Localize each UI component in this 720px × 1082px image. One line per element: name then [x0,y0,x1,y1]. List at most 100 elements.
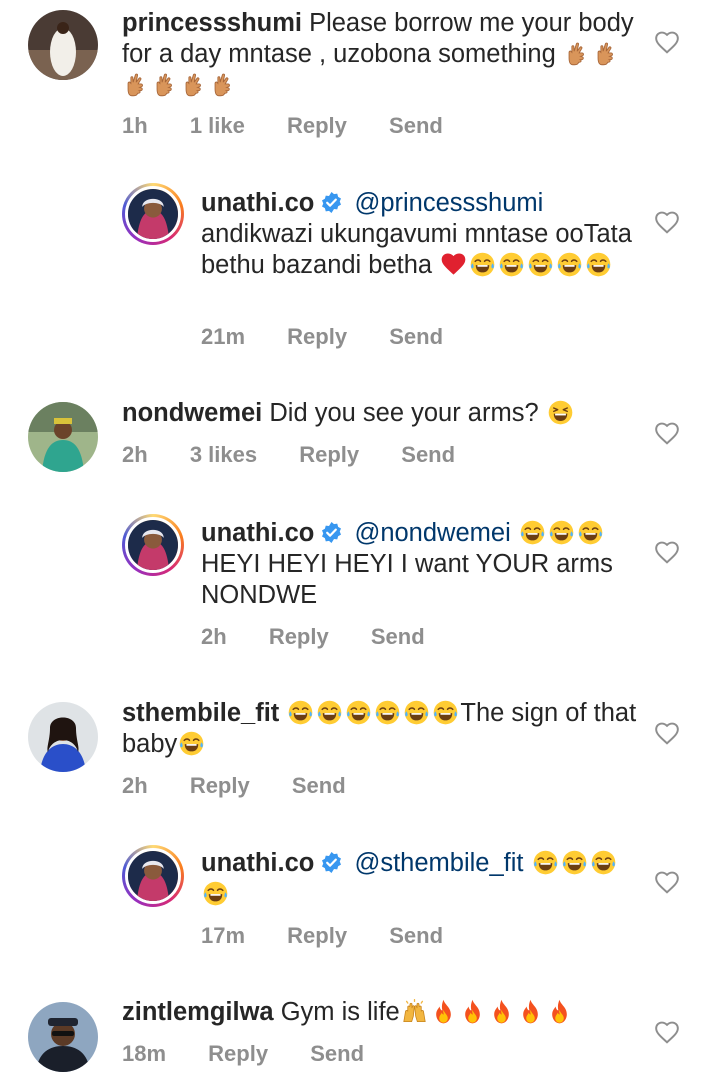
verified-badge-icon [322,521,342,544]
comment-username[interactable]: princessshumi [122,9,302,37]
emoji-group [439,251,613,279]
comment-username[interactable]: sthembile_fit [122,699,279,727]
tears-of-joy-icon [469,251,496,278]
tears-of-joy-icon [532,849,559,876]
comment-body: princessshumi Please borrow me your body… [122,8,642,101]
comment-meta: 17m Reply Send [201,923,479,949]
tears-of-joy-icon [287,699,314,726]
emoji-group-trailing [177,730,206,758]
comment-meta: 2h 3 likes Reply Send [122,442,491,468]
reply-button[interactable]: Reply [190,773,250,799]
verified-badge-icon [322,851,342,874]
comment-username[interactable]: unathi.co [201,189,314,217]
avatar[interactable] [28,10,98,80]
fire-icon [546,998,573,1025]
comment-username[interactable]: zintlemgilwa [122,998,274,1026]
comment-mention[interactable]: @princessshumi [354,189,543,217]
heart-icon[interactable] [654,210,680,234]
heart-icon[interactable] [654,30,680,54]
comment-body: unathi.co @sthembile_fit [201,848,641,910]
comment-username[interactable]: unathi.co [201,519,314,547]
heart-icon[interactable] [654,721,680,745]
reply-button[interactable]: Reply [287,324,347,350]
send-button[interactable]: Send [389,923,443,949]
comment-likes[interactable]: 3 likes [190,442,257,468]
comment-meta: 18m Reply Send [122,1041,400,1067]
reply-button[interactable]: Reply [269,624,329,650]
tears-of-joy-icon [202,880,229,907]
send-button[interactable]: Send [310,1041,364,1067]
comment-text: Gym is life [280,998,400,1026]
comment-meta: 2h Reply Send [122,773,382,799]
tears-of-joy-icon [561,849,588,876]
comment-time: 17m [201,923,246,948]
comment-time: 2h [201,624,227,649]
comment-time: 2h [122,773,148,798]
tears-of-joy-icon [403,699,430,726]
send-button[interactable]: Send [389,113,443,139]
tears-of-joy-icon [374,699,401,726]
reply-button[interactable]: Reply [287,113,347,139]
fingers-crossed-icon [593,40,620,67]
avatar[interactable] [28,1002,98,1072]
avatar[interactable] [28,702,98,772]
tears-of-joy-icon [548,519,575,546]
fingers-crossed-icon [152,71,179,98]
tears-of-joy-icon [345,699,372,726]
reply-button[interactable]: Reply [208,1041,268,1067]
comment-body: nondwemei Did you see your arms? [122,398,642,429]
comment-body: unathi.co @princessshumi andikwazi ukung… [201,188,641,281]
raising-hands-icon [401,998,428,1025]
comment-username[interactable]: nondwemei [122,399,262,427]
heart-icon[interactable] [654,1020,680,1044]
fire-icon [488,998,515,1025]
avatar[interactable] [122,845,184,907]
send-button[interactable]: Send [371,624,425,650]
heart-icon[interactable] [654,540,680,564]
avatar[interactable] [122,183,184,245]
comment-mention[interactable]: @nondwemei [354,519,510,547]
tears-of-joy-icon [519,519,546,546]
tears-of-joy-icon [590,849,617,876]
tears-of-joy-icon [585,251,612,278]
comment-time: 21m [201,324,246,349]
fire-icon [430,998,457,1025]
heart-icon[interactable] [654,421,680,445]
comment-time: 2h [122,442,148,467]
comment-username[interactable]: unathi.co [201,849,314,877]
comment-mention[interactable]: @sthembile_fit [354,849,523,877]
comment-body: zintlemgilwa Gym is life [122,997,642,1028]
reply-button[interactable]: Reply [299,442,359,468]
fire-icon [517,998,544,1025]
avatar[interactable] [28,402,98,472]
send-button[interactable]: Send [292,773,346,799]
emoji-group [546,399,575,427]
verified-badge-icon [322,191,342,214]
emoji-group [400,998,574,1026]
comments-thread: princessshumi Please borrow me your body… [0,0,720,1082]
comment-body: unathi.co @nondwemei HEYI HEYI HEYI I wa… [201,518,641,611]
comment-text: HEYI HEYI HEYI I want YOUR arms NONDWE [201,550,613,609]
tears-of-joy-icon [527,251,554,278]
avatar[interactable] [122,514,184,576]
send-button[interactable]: Send [389,324,443,350]
comment-meta: 1h 1 like Reply Send [122,113,479,139]
comment-meta: 2h Reply Send [201,624,461,650]
fingers-crossed-icon [181,71,208,98]
comment-time: 18m [122,1041,167,1066]
comment-likes[interactable]: 1 like [190,113,245,139]
tears-of-joy-icon [556,251,583,278]
comment-time: 1h [122,113,148,138]
send-button[interactable]: Send [401,442,455,468]
reply-button[interactable]: Reply [287,923,347,949]
comment-meta: 21m Reply Send [201,324,479,350]
comment-body: sthembile_fit The sign of that baby [122,698,642,760]
fingers-crossed-icon [210,71,237,98]
heart-icon[interactable] [654,870,680,894]
tears-of-joy-icon [577,519,604,546]
tears-of-joy-icon [432,699,459,726]
tears-of-joy-icon [316,699,343,726]
emoji-group [518,519,605,547]
emoji-group [286,699,460,727]
red-heart-icon [440,251,467,278]
